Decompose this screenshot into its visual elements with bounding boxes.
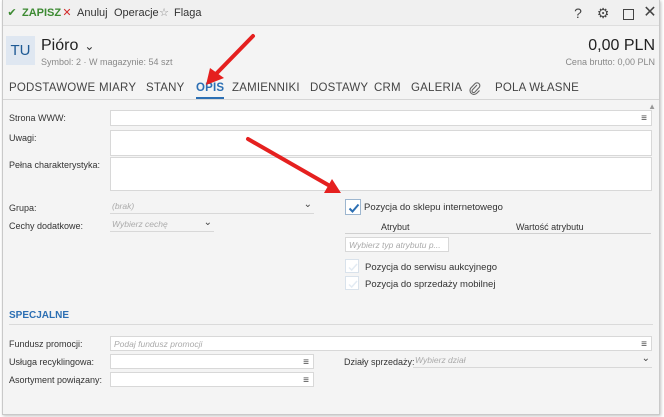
attribute-header: Atrybut (381, 222, 410, 232)
shop-checkbox[interactable] (345, 199, 361, 215)
close-button[interactable]: ✕ (641, 4, 659, 22)
check-icon (348, 263, 358, 272)
help-label: ? (574, 5, 582, 21)
mobile-checkbox[interactable] (345, 276, 359, 290)
x-icon: ✕ (62, 7, 72, 19)
cancel-label: Anuluj (77, 7, 108, 19)
tab-podstawowe[interactable]: PODSTAWOWE (9, 82, 95, 94)
promo-fund-placeholder: Podaj fundusz promocji (114, 339, 203, 349)
attribute-type-input[interactable]: Wybierz typ atrybutu p... (345, 237, 449, 252)
save-button[interactable]: ✔ ZAPISZ (5, 5, 61, 21)
chevron-down-icon: ⌄ (641, 353, 650, 364)
group-select[interactable]: (brak) ⌄ (110, 199, 314, 214)
features-label: Cechy dodatkowe: (9, 221, 84, 231)
group-label: Grupa: (9, 203, 37, 213)
promo-fund-input[interactable]: Podaj fundusz promocji ≡ (110, 336, 652, 351)
save-label: ZAPISZ (22, 7, 62, 19)
flag-label: Flaga (174, 7, 202, 19)
hamburger-icon[interactable]: ≡ (641, 113, 647, 124)
notes-label: Uwagi: (9, 133, 37, 143)
settings-button[interactable]: ⚙ (594, 4, 612, 22)
full-description-textarea[interactable] (110, 157, 652, 191)
product-price: 0,00 PLN (588, 37, 655, 54)
sales-departments-label: Działy sprzedaży: (344, 357, 415, 367)
auction-checkbox-label: Pozycja do serwisu aukcyjnego (365, 262, 498, 273)
tab-stany[interactable]: STANY (146, 82, 185, 94)
shop-checkbox-label: Pozycja do sklepu internetowego (364, 202, 503, 213)
related-assortment-input[interactable]: ≡ (110, 372, 314, 387)
features-select[interactable]: Wybierz cechę ⌄ (110, 217, 214, 232)
tab-galeria[interactable]: GALERIA (411, 82, 462, 94)
www-input[interactable]: ≡ (110, 110, 652, 126)
recycling-input[interactable]: ≡ (110, 354, 314, 369)
attribute-value-header: Wartość atrybutu (516, 222, 584, 232)
hamburger-icon[interactable]: ≡ (641, 339, 647, 350)
toolbar: ✔ ZAPISZ ✕ Anuluj Operacje ☆ Flaga ? ⚙ ✕ (3, 0, 659, 26)
sales-departments-select[interactable]: Wybierz dział ⌄ (413, 353, 652, 368)
product-header: TU Pióro ⌄ Symbol: 2 · W magazynie: 54 sz… (3, 27, 659, 76)
attribute-divider (345, 233, 651, 234)
product-price-gross: Cena brutto: 0,00 PLN (565, 57, 655, 67)
hamburger-icon[interactable]: ≡ (303, 357, 309, 368)
help-button[interactable]: ? (569, 4, 587, 22)
features-placeholder: Wybierz cechę (112, 219, 168, 229)
check-icon (348, 203, 360, 213)
product-name[interactable]: Pióro ⌄ (41, 37, 94, 55)
related-assortment-label: Asortyment powiązany: (9, 375, 103, 385)
tab-dostawy[interactable]: DOSTAWY (310, 82, 368, 94)
sales-departments-placeholder: Wybierz dział (415, 355, 466, 365)
tab-opis[interactable]: OPIS (196, 82, 225, 99)
product-meta: Symbol: 2 · W magazynie: 54 szt (41, 57, 173, 67)
group-value: (brak) (112, 201, 135, 211)
gear-icon: ⚙ (596, 5, 610, 21)
mobile-checkbox-label: Pozycja do sprzedaży mobilnej (365, 279, 496, 290)
flag-button[interactable]: ☆ Flaga (157, 5, 202, 21)
auction-checkbox[interactable] (345, 259, 359, 273)
product-window: ✔ ZAPISZ ✕ Anuluj Operacje ☆ Flaga ? ⚙ ✕ TU… (2, 0, 660, 415)
product-name-label: Pióro (41, 37, 79, 54)
tab-crm[interactable]: CRM (374, 82, 401, 94)
chevron-down-icon: ⌄ (203, 217, 212, 228)
full-description-label: Pełna charakterystyka: (9, 160, 101, 170)
paperclip-icon (469, 82, 481, 95)
check-icon (348, 280, 358, 289)
star-icon: ☆ (159, 7, 169, 19)
tab-attachments[interactable] (469, 82, 481, 98)
special-section-title: SPECJALNE (9, 310, 70, 321)
www-label: Strona WWW: (9, 113, 66, 123)
chevron-down-icon: ⌄ (84, 39, 95, 53)
promo-fund-label: Fundusz promocji: (9, 339, 83, 349)
cancel-button[interactable]: ✕ Anuluj (60, 5, 108, 21)
operations-label: Operacje (114, 7, 159, 19)
section-divider (9, 324, 653, 325)
tab-zamienniki[interactable]: ZAMIENNIKI (232, 82, 300, 94)
maximize-icon (622, 8, 634, 20)
notes-textarea[interactable] (110, 130, 652, 156)
operations-button[interactable]: Operacje (114, 5, 159, 21)
attribute-type-placeholder: Wybierz typ atrybutu p... (349, 240, 441, 250)
check-icon: ✔ (7, 7, 17, 19)
close-icon: ✕ (643, 4, 657, 21)
tab-miary[interactable]: MIARY (99, 82, 136, 94)
avatar: TU (6, 36, 35, 65)
hamburger-icon[interactable]: ≡ (303, 375, 309, 386)
tab-pola-wlasne[interactable]: POLA WŁASNE (495, 82, 579, 94)
maximize-button[interactable] (619, 4, 637, 22)
recycling-label: Usługa recyklingowa: (9, 357, 95, 367)
tab-bar: PODSTAWOWE MIARY STANY OPIS ZAMIENNIKI D… (3, 77, 659, 100)
chevron-down-icon: ⌄ (303, 199, 312, 210)
